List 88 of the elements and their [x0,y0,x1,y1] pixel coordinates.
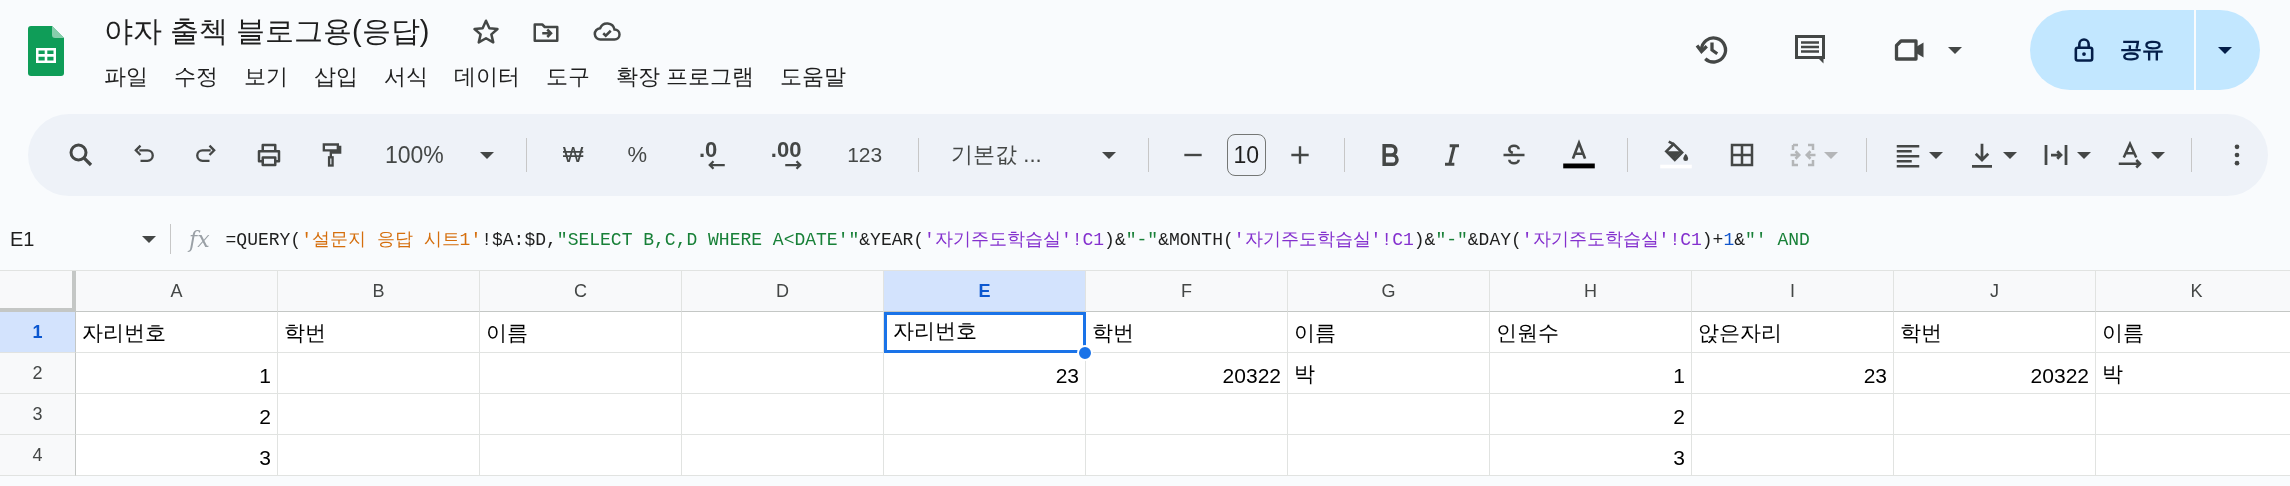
table-cell[interactable]: 23 [884,353,1086,394]
table-cell[interactable]: 이름 [2096,312,2290,353]
table-cell[interactable] [1086,435,1288,476]
column-header[interactable]: J [1894,271,2096,312]
table-cell[interactable]: 3 [1490,435,1692,476]
star-icon[interactable] [471,17,502,47]
row-header[interactable]: 2 [0,353,76,394]
table-cell[interactable]: 20322 [1086,353,1288,394]
document-title[interactable]: 야자 출첵 블로그용(응답) [104,12,430,52]
right-arrow-icon [785,160,804,170]
table-cell[interactable]: 자리번호 [884,312,1086,353]
table-cell[interactable]: 2 [76,394,278,435]
caret-icon [479,151,494,159]
table-cell[interactable] [480,394,682,435]
font-dropdown[interactable]: 기본값 ... [951,140,1116,170]
table-cell[interactable] [1692,435,1894,476]
column-header[interactable]: D [682,271,884,312]
table-cell[interactable] [1692,394,1894,435]
column-header[interactable]: E [884,271,1086,312]
menu-item[interactable]: 파일 [104,62,148,92]
menu-item[interactable]: 수정 [174,62,218,92]
menu-item[interactable]: 도구 [546,62,590,92]
table-cell[interactable] [884,394,1086,435]
column-header[interactable]: H [1490,271,1692,312]
row-header[interactable]: 1 [0,312,76,353]
font-size-field[interactable]: 10 [1226,134,1266,176]
function-label: fx [189,226,210,252]
menu-item[interactable]: 데이터 [454,62,520,92]
table-cell[interactable] [682,435,884,476]
name-box[interactable]: E1 [0,227,170,251]
table-cell[interactable]: 23 [1692,353,1894,394]
number-format-button[interactable]: 123 [847,143,883,167]
table-cell[interactable]: 이름 [480,312,682,353]
table-cell[interactable] [682,353,884,394]
column-header[interactable]: A [76,271,278,312]
table-cell[interactable]: 학번 [1894,312,2096,353]
table-cell[interactable]: 앉은자리 [1692,312,1894,353]
column-header[interactable]: G [1288,271,1490,312]
column-header[interactable]: F [1086,271,1288,312]
table-cell[interactable] [884,435,1086,476]
caret-icon[interactable] [2218,46,2232,54]
menu-item[interactable]: 확장 프로그램 [616,62,755,92]
menu-item[interactable]: 삽입 [314,62,358,92]
table-cell[interactable] [480,353,682,394]
currency-format-button[interactable]: ₩ [562,142,584,168]
table-cell[interactable] [1288,394,1490,435]
table-cell[interactable]: 3 [76,435,278,476]
table-cell[interactable]: 인원수 [1490,312,1692,353]
table-cell[interactable]: 1 [1490,353,1692,394]
menu-item[interactable]: 서식 [384,62,428,92]
increase-decimal-button[interactable]: .00 [769,140,804,170]
caret-icon[interactable] [1948,46,1962,54]
column-header[interactable]: I [1692,271,1894,312]
table-cell[interactable]: 이름 [1288,312,1490,353]
decrease-decimal-button[interactable]: .0 [691,140,726,170]
row-header[interactable]: 3 [0,394,76,435]
menu-item[interactable]: 보기 [244,62,288,92]
table-cell[interactable] [1288,435,1490,476]
fill-handle[interactable] [1077,345,1093,361]
share-button[interactable]: 공유 [2030,10,2260,90]
formula-input[interactable]: =QUERY('설문지 응답 시트1'!$A:$D,"SELECT B,C,D WHERE A<DATE'"&YEAR('자기주도학습실'!C1)&"-"&MONTH('자기주도학습실'!C1)&"-"&DAY('자기주도학습실'!C1)+1&"' AND [225,227,1810,251]
caret-icon [1101,151,1116,159]
zoom-dropdown[interactable]: 100% [385,141,494,169]
column-header[interactable]: K [2096,271,2290,312]
table-cell[interactable] [278,435,480,476]
spreadsheet-logo-icon[interactable] [28,26,64,76]
table-cell[interactable] [278,353,480,394]
percent-format-button[interactable]: % [627,142,648,168]
table-cell[interactable]: 2 [1490,394,1692,435]
table-cell[interactable]: 학번 [278,312,480,353]
table-cell[interactable] [278,394,480,435]
table-cell[interactable]: 박 [2096,353,2290,394]
table-cell[interactable] [1086,394,1288,435]
row-header[interactable]: 4 [0,435,76,476]
menu-item[interactable]: 도움말 [780,62,847,92]
table-cell[interactable] [682,394,884,435]
column-header[interactable]: C [480,271,682,312]
table-cell[interactable] [1894,394,2096,435]
table-cell[interactable]: 자리번호 [76,312,278,353]
column-header[interactable]: B [278,271,480,312]
left-arrow-icon [707,160,726,170]
table-cell[interactable] [1894,435,2096,476]
table-cell[interactable]: 박 [1288,353,1490,394]
table-cell[interactable] [480,435,682,476]
caret-icon [142,235,156,243]
table-cell[interactable] [682,312,884,353]
table-cell[interactable]: 20322 [1894,353,2096,394]
table-cell[interactable]: 1 [76,353,278,394]
